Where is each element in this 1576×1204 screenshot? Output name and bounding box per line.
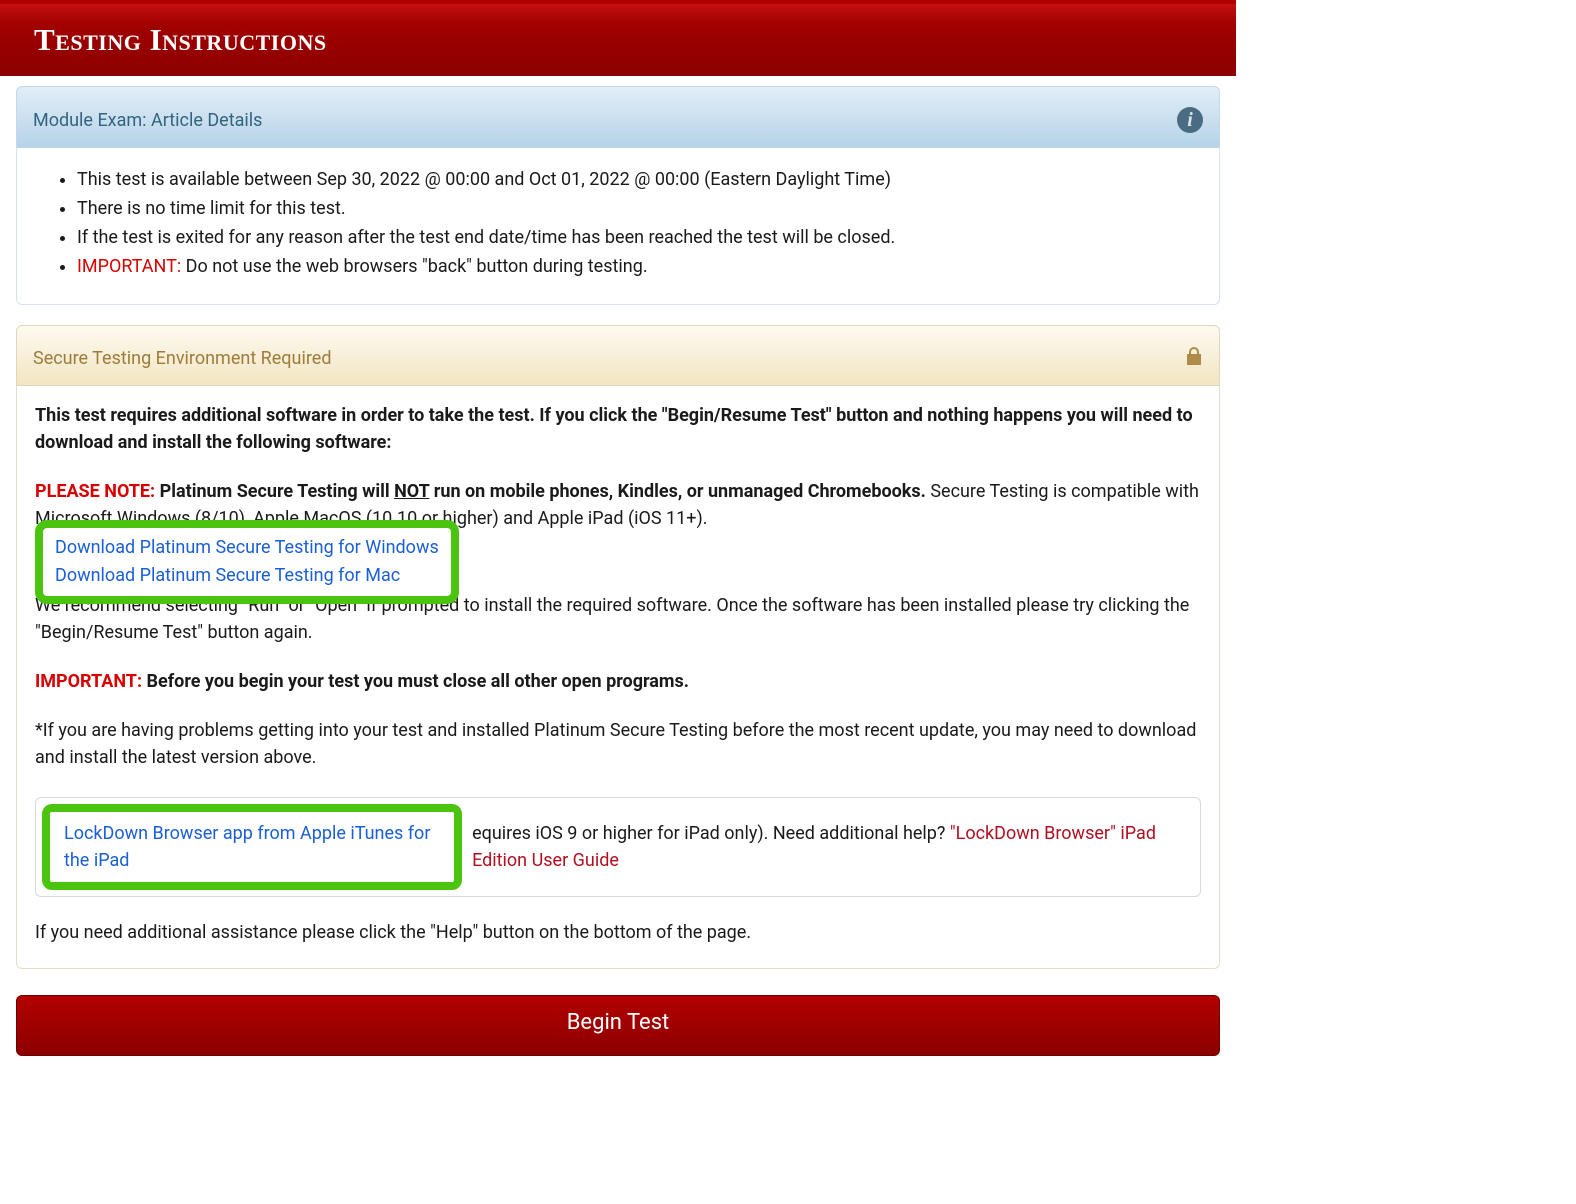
page-banner: Testing Instructions xyxy=(0,0,1236,76)
module-exam-header: Module Exam: Article Details i xyxy=(16,86,1220,148)
list-item: IMPORTANT: Do not use the web browsers "… xyxy=(77,253,1201,280)
list-item: This test is available between Sep 30, 2… xyxy=(77,166,1201,193)
download-windows-link[interactable]: Download Platinum Secure Testing for Win… xyxy=(55,537,439,558)
assistance-note: If you need additional assistance please… xyxy=(35,919,1201,946)
important-close-programs: IMPORTANT: Before you begin your test yo… xyxy=(35,668,1201,695)
important-label: IMPORTANT: xyxy=(77,256,181,277)
begin-test-label: Begin Test xyxy=(567,1010,670,1035)
ipad-link-highlight: LockDown Browser app from Apple iTunes f… xyxy=(42,804,462,890)
module-exam-section: Module Exam: Article Details i This test… xyxy=(16,86,1220,305)
secure-intro: This test requires additional software i… xyxy=(35,402,1201,456)
important-text: Do not use the web browsers "back" butto… xyxy=(181,256,647,277)
important2-text: Before you begin your test you must clos… xyxy=(142,671,689,692)
ipad-row: LockDown Browser app from Apple iTunes f… xyxy=(35,797,1201,897)
lock-icon xyxy=(1185,346,1203,371)
please-note-pre: Platinum Secure Testing will xyxy=(155,481,394,502)
important2-label: IMPORTANT: xyxy=(35,671,142,692)
download-mac-link[interactable]: Download Platinum Secure Testing for Mac xyxy=(55,565,400,586)
secure-testing-body: This test requires additional software i… xyxy=(16,386,1220,969)
secure-testing-section: Secure Testing Environment Required This… xyxy=(16,325,1220,969)
info-icon[interactable]: i xyxy=(1177,107,1203,133)
begin-test-button[interactable]: Begin Test xyxy=(16,995,1220,1056)
ipad-mid-text: equires iOS 9 or higher for iPad only). … xyxy=(472,820,1192,874)
please-note-post: run on mobile phones, Kindles, or unmana… xyxy=(429,481,926,502)
please-note-label: PLEASE NOTE: xyxy=(35,481,155,502)
lockdown-ipad-link[interactable]: LockDown Browser app from Apple iTunes f… xyxy=(64,823,430,871)
secure-testing-title: Secure Testing Environment Required xyxy=(33,348,331,369)
module-details-list: This test is available between Sep 30, 2… xyxy=(35,166,1201,280)
please-note-not: NOT xyxy=(394,481,429,502)
module-exam-body: This test is available between Sep 30, 2… xyxy=(16,148,1220,305)
secure-testing-header: Secure Testing Environment Required xyxy=(16,325,1220,386)
reinstall-note: *If you are having problems getting into… xyxy=(35,717,1201,771)
list-item: If the test is exited for any reason aft… xyxy=(77,224,1201,251)
download-links-highlight: Download Platinum Secure Testing for Win… xyxy=(35,520,459,604)
module-exam-title: Module Exam: Article Details xyxy=(33,110,262,131)
page-title: Testing Instructions xyxy=(34,22,1236,58)
list-item: There is no time limit for this test. xyxy=(77,195,1201,222)
